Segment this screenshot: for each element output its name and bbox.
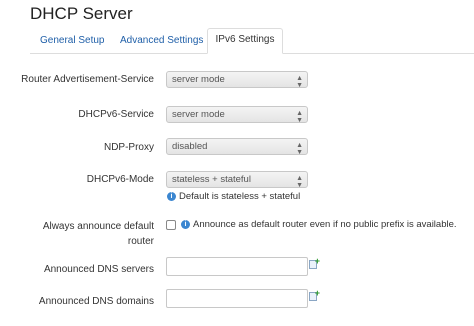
tab-advanced-settings[interactable]: Advanced Settings [120, 30, 203, 52]
always-announce-checkbox[interactable] [166, 220, 176, 230]
ndp-proxy-label: NDP-Proxy [103, 142, 154, 153]
add-entry-icon[interactable]: + [309, 257, 320, 270]
dhcpv6-service-label: DHCPv6-Service [78, 109, 154, 120]
ra-service-value: server mode [172, 74, 225, 85]
info-icon: i [181, 220, 190, 229]
info-icon: i [167, 192, 176, 201]
tab-ipv6-settings[interactable]: IPv6 Settings [207, 28, 283, 54]
dns-domains-label: Announced DNS domains [38, 296, 154, 307]
dns-domains-input[interactable] [166, 289, 308, 308]
dhcpv6-mode-value: stateless + stateful [172, 174, 251, 185]
dhcpv6-mode-label: DHCPv6-Mode [86, 174, 154, 185]
ra-service-select[interactable]: server mode ▲ ▼ [166, 71, 308, 89]
updown-arrows-icon: ▲ ▼ [296, 75, 303, 89]
updown-arrows-icon: ▲ ▼ [296, 142, 303, 156]
ndp-proxy-value: disabled [172, 141, 208, 152]
dhcpv6-mode-select[interactable]: stateless + stateful ▲ ▼ [166, 171, 308, 189]
page-title: DHCP Server [30, 4, 133, 23]
add-entry-icon[interactable]: + [309, 289, 320, 302]
ndp-proxy-select[interactable]: disabled ▲ ▼ [166, 138, 308, 156]
dns-servers-input[interactable] [166, 257, 308, 276]
dhcpv6-service-value: server mode [172, 109, 225, 120]
dhcpv6-service-select[interactable]: server mode ▲ ▼ [166, 106, 308, 124]
updown-arrows-icon: ▲ ▼ [296, 175, 303, 189]
always-announce-label: Always announce default router [43, 219, 154, 249]
dhcpv6-mode-hint: Default is stateless + stateful [179, 191, 301, 202]
dns-servers-label: Announced DNS servers [43, 264, 154, 275]
always-announce-label-line1: Always announce default [42, 221, 154, 232]
tab-general-setup[interactable]: General Setup [40, 30, 105, 52]
tab-bar: General Setup Advanced Settings IPv6 Set… [30, 28, 474, 54]
updown-arrows-icon: ▲ ▼ [296, 110, 303, 124]
ra-service-label: Router Advertisement-Service [21, 74, 154, 85]
always-announce-label-line2: router [127, 236, 154, 247]
always-announce-hint: Announce as default router even if no pu… [193, 219, 457, 230]
